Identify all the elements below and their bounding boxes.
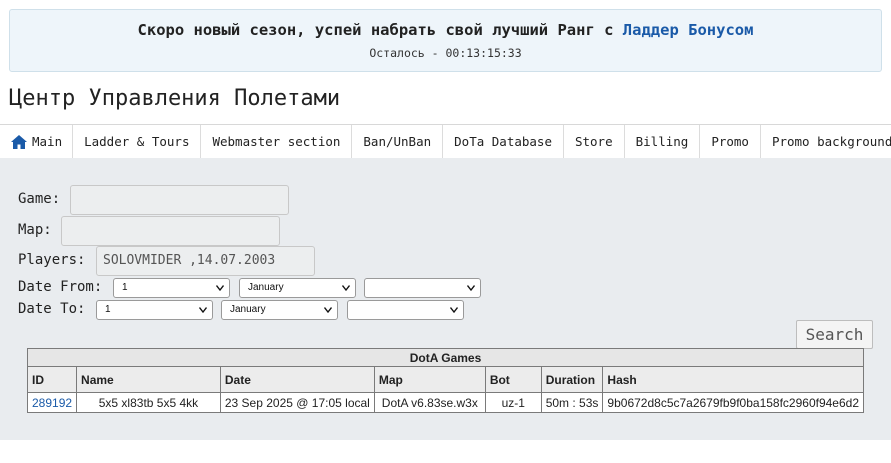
page-title: Центр Управления Полетами [9, 86, 341, 111]
select-value: January [230, 304, 266, 315]
game-bot-cell: uz-1 [484, 392, 542, 413]
date-from-year-select[interactable] [364, 278, 481, 298]
column-header-hash: Hash [602, 366, 864, 393]
game-input[interactable] [70, 185, 289, 215]
column-header-duration: Duration [540, 366, 604, 393]
dota-games-table: DotA Games ID Name Date Map Bot Duration… [26, 348, 864, 413]
column-header-date: Date [219, 366, 375, 393]
date-to-year-select[interactable] [347, 300, 464, 320]
date-to-month-select[interactable]: January [221, 300, 338, 320]
column-header-name: Name [76, 366, 221, 393]
game-label: Game: [18, 191, 61, 207]
select-value: 1 [105, 304, 111, 315]
nav-item-store[interactable]: Store [564, 125, 625, 158]
date-to-label: Date To: [18, 301, 86, 317]
game-id-cell: 289192 [26, 392, 78, 413]
date-from-day-select[interactable]: 1 [113, 278, 230, 298]
home-icon [10, 134, 28, 150]
game-hash-cell: 9b0672d8c5c7a2679fb9f0ba158fc2960f94e6d2 [602, 392, 864, 413]
search-button[interactable]: Search [796, 320, 873, 349]
search-panel: Game: Map: Players: SOLOVMIDER ,14.07.20… [0, 158, 891, 440]
chevron-down-icon [450, 307, 458, 313]
chevron-down-icon [467, 285, 475, 291]
game-id-link[interactable]: 289192 [32, 396, 72, 410]
game-name-cell: 5x5 xl83tb 5x5 4kk [76, 392, 221, 413]
players-label: Players: [18, 252, 86, 268]
banner-text: Скоро новый сезон, успей набрать свой лу… [137, 21, 614, 39]
season-countdown: Осталось - 00:13:15:33 [369, 46, 522, 60]
game-date-cell: 23 Sep 2025 @ 17:05 local [219, 392, 375, 413]
chevron-down-icon [216, 285, 224, 291]
nav-item-ladder-tours[interactable]: Ladder & Tours [73, 125, 202, 158]
announcement-banner: Скоро новый сезон, успей набрать свой лу… [9, 9, 882, 72]
nav-item-webmaster[interactable]: Webmaster section [201, 125, 353, 158]
chevron-down-icon [342, 285, 350, 291]
game-duration-cell: 50m : 53s [540, 392, 604, 413]
nav-item-billing[interactable]: Billing [625, 125, 701, 158]
date-from-month-select[interactable]: January [239, 278, 356, 298]
select-value: 1 [122, 282, 128, 293]
column-header-map: Map [373, 366, 486, 393]
map-label: Map: [18, 222, 52, 238]
column-header-id: ID [26, 366, 78, 393]
date-to-day-select[interactable]: 1 [96, 300, 213, 320]
date-from-label: Date From: [18, 279, 103, 295]
players-input[interactable]: SOLOVMIDER ,14.07.2003 [96, 246, 315, 276]
nav-item-promo[interactable]: Promo [700, 125, 761, 158]
chevron-down-icon [199, 307, 207, 313]
table-caption: DotA Games [27, 348, 864, 367]
main-nav: Main Ladder & Tours Webmaster section Ba… [0, 124, 891, 158]
nav-item-label: Main [32, 134, 63, 149]
ladder-bonus-link[interactable]: Ладдер Бонусом [623, 21, 754, 39]
nav-item-ban-unban[interactable]: Ban/UnBan [352, 125, 444, 158]
select-value: January [248, 282, 284, 293]
column-header-bot: Bot [484, 366, 542, 393]
banner-message: Скоро новый сезон, успей набрать свой лу… [10, 21, 881, 39]
chevron-down-icon [324, 307, 332, 313]
map-input[interactable] [61, 216, 280, 246]
game-map-cell: DotA v6.83se.w3x [373, 392, 486, 413]
nav-item-promo-background[interactable]: Promo background [761, 125, 891, 158]
nav-item-dota-database[interactable]: DoTa Database [443, 125, 564, 158]
nav-item-main[interactable]: Main [0, 125, 74, 158]
table-row: 289192 5x5 xl83tb 5x5 4kk 23 Sep 2025 @ … [26, 392, 864, 413]
